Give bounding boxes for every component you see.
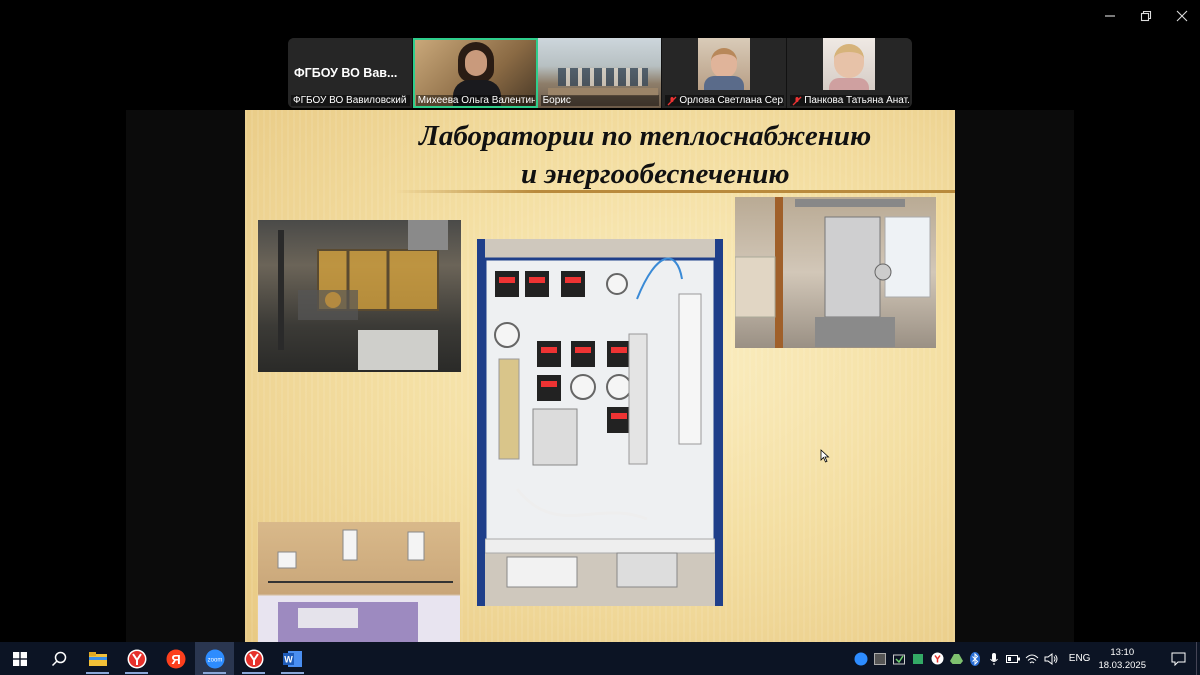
- participant-name: Борис: [542, 95, 571, 106]
- participant-label: Панкова Татьяна Анат...: [790, 95, 910, 106]
- yandex-icon: Я: [166, 649, 185, 668]
- search-icon: [51, 651, 66, 666]
- show-desktop-button[interactable]: [1196, 642, 1200, 675]
- restore-button[interactable]: [1128, 0, 1164, 32]
- tray-drive[interactable]: [947, 642, 966, 675]
- clock[interactable]: 13:10 18.03.2025: [1098, 646, 1146, 672]
- volume-icon: [1044, 652, 1058, 665]
- mic-muted-icon: [667, 96, 677, 105]
- slide-title-line2: и энергообеспечению: [521, 158, 790, 190]
- tray-app[interactable]: [909, 642, 928, 675]
- test-stand-photo: [477, 239, 723, 606]
- participant-label: ФГБОУ ВО Вавиловский ...: [291, 95, 410, 106]
- participant-tile[interactable]: Панкова Татьяна Анат...: [787, 38, 912, 108]
- heat-equipment-photo: [735, 197, 936, 348]
- window-controls: [1092, 0, 1200, 32]
- tray-zoom[interactable]: [852, 642, 871, 675]
- mic-muted-icon: [792, 96, 802, 105]
- tray-volume[interactable]: [1042, 642, 1061, 675]
- tray-app[interactable]: [890, 642, 909, 675]
- clock-time: 13:10: [1110, 646, 1135, 658]
- windows-start-icon: [12, 651, 27, 666]
- close-icon: [1176, 10, 1188, 22]
- clock-date: 18.03.2025: [1098, 659, 1146, 671]
- participant-name: Панкова Татьяна Анат...: [804, 95, 910, 106]
- tray-bluetooth[interactable]: [966, 642, 985, 675]
- participant-tile[interactable]: ФГБОУ ВО Вав... ФГБОУ ВО Вавиловский ...: [288, 38, 413, 108]
- sync-tray-icon: [893, 654, 906, 664]
- title-divider: [395, 190, 955, 193]
- participant-name-large: ФГБОУ ВО Вав...: [294, 66, 398, 80]
- yandex-browser-icon: [931, 652, 944, 665]
- taskbar-file-explorer[interactable]: [78, 642, 117, 675]
- system-tray: ENG 13:10 18.03.2025: [852, 642, 1200, 675]
- app-tray-icon: [874, 652, 887, 665]
- tray-wifi[interactable]: [1023, 642, 1042, 675]
- slide-title-line1: Лаборатории по теплоснабжению: [419, 120, 872, 152]
- participant-label: Михеева Ольга Валентин...: [415, 95, 535, 106]
- participant-name: Михеева Ольга Валентин...: [417, 95, 535, 106]
- zoom-tray-icon: [854, 652, 868, 665]
- yandex-browser-icon: [244, 649, 263, 668]
- notifications-button[interactable]: [1160, 642, 1196, 675]
- close-button[interactable]: [1164, 0, 1200, 32]
- tray-microphone[interactable]: [985, 642, 1004, 675]
- mouse-pointer-icon: [820, 449, 830, 463]
- minimize-button[interactable]: [1092, 0, 1128, 32]
- zoom-icon: zoom: [205, 649, 224, 668]
- participant-tile-active[interactable]: Михеева Ольга Валентин...: [412, 38, 538, 108]
- participant-tile[interactable]: Орлова Светлана Сер...: [662, 38, 788, 108]
- participant-name: ФГБОУ ВО Вавиловский ...: [293, 95, 410, 106]
- presentation-slide: Лаборатории по теплоснабжению и энергооб…: [245, 110, 955, 642]
- svg-text:Я: Я: [171, 652, 180, 667]
- taskbar-yandex[interactable]: Я: [156, 642, 195, 675]
- laboratory-room-photo: [258, 220, 461, 372]
- security-tray-icon: [913, 653, 924, 664]
- taskbar: Я zoom W ENG 13:10 18.03.2025: [0, 642, 1200, 675]
- tray-battery[interactable]: [1004, 642, 1023, 675]
- taskbar-yandex-browser[interactable]: [117, 642, 156, 675]
- svg-text:zoom: zoom: [207, 657, 222, 663]
- microphone-icon: [990, 652, 999, 665]
- taskbar-yandex-browser-2[interactable]: [234, 642, 273, 675]
- taskbar-word[interactable]: W: [273, 642, 312, 675]
- search-button[interactable]: [39, 642, 78, 675]
- participant-tile[interactable]: Борис: [537, 38, 663, 108]
- tray-yandex[interactable]: [928, 642, 947, 675]
- bluetooth-icon: [970, 651, 981, 666]
- svg-text:W: W: [284, 654, 293, 664]
- word-icon: W: [282, 650, 302, 667]
- participant-label: Борис: [540, 95, 660, 106]
- wifi-icon: [1025, 654, 1039, 663]
- participant-label: Орлова Светлана Сер...: [665, 95, 785, 106]
- notification-icon: [1171, 652, 1185, 666]
- participant-strip: ФГБОУ ВО Вав... ФГБОУ ВО Вавиловский ...…: [288, 38, 912, 108]
- start-button[interactable]: [0, 642, 39, 675]
- battery-icon: [1006, 654, 1021, 663]
- participant-name: Орлова Светлана Сер...: [679, 95, 785, 106]
- restore-icon: [1140, 10, 1152, 22]
- tray-app[interactable]: [871, 642, 890, 675]
- radiators-photo: [258, 522, 460, 642]
- yandex-browser-icon: [127, 649, 146, 668]
- minimize-icon: [1105, 15, 1115, 17]
- taskbar-zoom[interactable]: zoom: [195, 642, 234, 675]
- file-explorer-icon: [88, 651, 107, 666]
- google-drive-icon: [949, 653, 963, 664]
- language-indicator[interactable]: ENG: [1069, 653, 1091, 664]
